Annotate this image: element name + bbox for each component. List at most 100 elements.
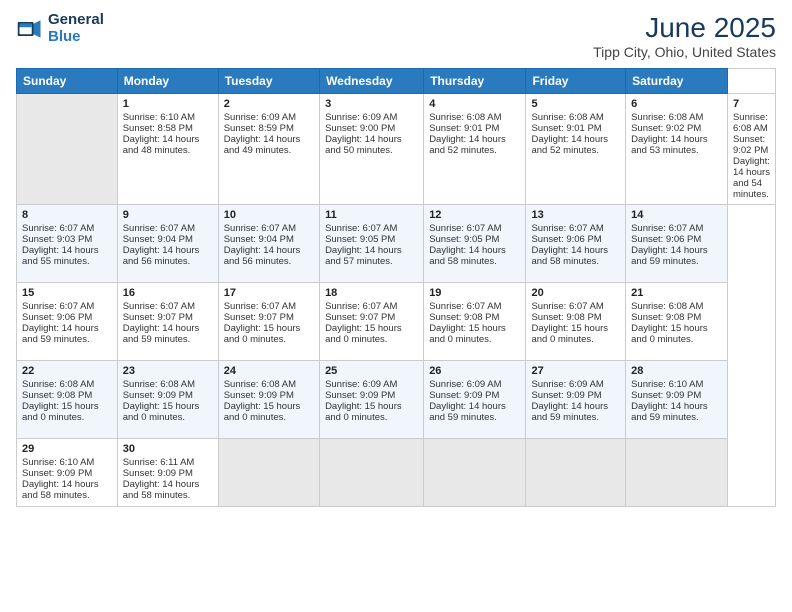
sunset-text: Sunset: 9:09 PM — [22, 468, 112, 479]
sunset-text: Sunset: 9:09 PM — [429, 390, 520, 401]
page: General Blue June 2025 Tipp City, Ohio, … — [0, 0, 792, 612]
sunrise-text: Sunrise: 6:08 AM — [123, 379, 213, 390]
calendar-cell: 2Sunrise: 6:09 AMSunset: 8:59 PMDaylight… — [218, 94, 319, 205]
calendar-cell — [320, 439, 424, 507]
sunset-text: Sunset: 9:03 PM — [22, 234, 112, 245]
sunset-text: Sunset: 9:09 PM — [631, 390, 722, 401]
sunrise-text: Sunrise: 6:08 AM — [631, 112, 722, 123]
calendar-cell: 17 Sunrise: 6:07 AMSunset: 9:07 PMDayligh… — [218, 283, 319, 361]
day-number: 29 — [22, 443, 112, 455]
calendar-cell: 7Sunrise: 6:08 AMSunset: 9:02 PMDaylight… — [727, 94, 775, 205]
sunrise-text: Sunrise: 6:07 AM — [22, 223, 112, 234]
day-number: 28 — [631, 365, 722, 377]
daylight-text: Daylight: 14 hours and 58 minutes. — [123, 479, 213, 501]
day-number: 17 — [224, 287, 314, 299]
day-number: 5 — [531, 98, 620, 110]
daylight-text: Daylight: 14 hours and 58 minutes. — [531, 245, 620, 267]
day-number: 21 — [631, 287, 722, 299]
main-title: June 2025 — [593, 12, 776, 44]
sunrise-text: Sunrise: 6:10 AM — [123, 112, 213, 123]
weekday-row: SundayMondayTuesdayWednesdayThursdayFrid… — [17, 69, 776, 94]
sunset-text: Sunset: 9:08 PM — [429, 312, 520, 323]
sunset-text: Sunset: 9:05 PM — [325, 234, 418, 245]
calendar-week-row: 1 Sunrise: 6:10 AMSunset: 8:58 PM Daylight… — [17, 94, 776, 205]
sunset-text: Sunset: 8:58 PM — [123, 123, 213, 134]
daylight-text: Daylight: 15 hours and 0 minutes. — [325, 401, 418, 423]
sunrise-text: Sunrise: 6:07 AM — [429, 223, 520, 234]
daylight-text: Daylight: 15 hours and 0 minutes. — [22, 401, 112, 423]
logo-line1: General — [48, 12, 104, 29]
calendar-cell — [218, 439, 319, 507]
sunset-text: Sunset: 9:04 PM — [123, 234, 213, 245]
day-number: 2 — [224, 98, 314, 110]
daylight-text: Daylight: 15 hours and 0 minutes. — [123, 401, 213, 423]
day-number: 25 — [325, 365, 418, 377]
calendar-week-row: 22Sunrise: 6:08 AMSunset: 9:08 PMDayligh… — [17, 361, 776, 439]
calendar-cell: 27Sunrise: 6:09 AMSunset: 9:09 PMDayligh… — [526, 361, 626, 439]
day-number: 1 — [123, 98, 213, 110]
calendar-cell: 18Sunrise: 6:07 AMSunset: 9:07 PMDayligh… — [320, 283, 424, 361]
sunset-text: Sunset: 9:07 PM — [123, 312, 213, 323]
weekday-header: Saturday — [626, 69, 728, 94]
day-number: 19 — [429, 287, 520, 299]
daylight-text: Daylight: 14 hours and 59 minutes. — [22, 323, 112, 345]
calendar-body: 1Sunrise: 6:10 AMSunset: 8:58 PMDaylight… — [17, 94, 776, 507]
calendar-cell: 21Sunrise: 6:08 AMSunset: 9:08 PMDayligh… — [626, 283, 728, 361]
logo-text: General Blue — [48, 12, 104, 45]
daylight-text: Daylight: 14 hours and 53 minutes. — [631, 134, 722, 156]
calendar-cell: 13Sunrise: 6:07 AMSunset: 9:06 PMDayligh… — [526, 205, 626, 283]
sunrise-text: Sunrise: 6:09 AM — [531, 379, 620, 390]
calendar-header: SundayMondayTuesdayWednesdayThursdayFrid… — [17, 69, 776, 94]
header: General Blue June 2025 Tipp City, Ohio, … — [16, 12, 776, 60]
calendar-cell: 11Sunrise: 6:07 AMSunset: 9:05 PMDayligh… — [320, 205, 424, 283]
weekday-header: Thursday — [424, 69, 526, 94]
sunrise-text: Sunrise: 6:07 AM — [224, 223, 314, 234]
day-number: 26 — [429, 365, 520, 377]
sunset-text: Sunset: 9:01 PM — [531, 123, 620, 134]
sunrise-text: Sunrise: 6:07 AM — [224, 301, 314, 312]
calendar-cell: 16Sunrise: 6:07 AMSunset: 9:07 PMDayligh… — [117, 283, 218, 361]
daylight-text: Daylight: 14 hours and 49 minutes. — [224, 134, 314, 156]
day-number: 9 — [123, 209, 213, 221]
sunrise-text: Sunrise: 6:10 AM — [22, 457, 112, 468]
day-number: 7 — [733, 98, 770, 110]
sunrise-text: Sunrise: 6:08 AM — [429, 112, 520, 123]
sunset-text: Sunset: 9:02 PM — [733, 134, 770, 156]
sunset-text: Sunset: 9:06 PM — [22, 312, 112, 323]
daylight-text: Daylight: 15 hours and 0 minutes. — [224, 323, 314, 345]
calendar-cell: 23Sunrise: 6:08 AMSunset: 9:09 PMDayligh… — [117, 361, 218, 439]
calendar-cell: 10Sunrise: 6:07 AMSunset: 9:04 PMDayligh… — [218, 205, 319, 283]
sunset-text: Sunset: 9:07 PM — [224, 312, 314, 323]
sunrise-text: Sunrise: 6:08 AM — [631, 301, 722, 312]
day-number: 11 — [325, 209, 418, 221]
day-number: 8 — [22, 209, 112, 221]
calendar-cell — [17, 94, 118, 205]
sunrise-text: Sunrise: 6:08 AM — [224, 379, 314, 390]
logo: General Blue — [16, 12, 104, 45]
sunset-text: Sunset: 9:09 PM — [123, 468, 213, 479]
calendar-cell: 25Sunrise: 6:09 AMSunset: 9:09 PMDayligh… — [320, 361, 424, 439]
calendar-cell: 30Sunrise: 6:11 AMSunset: 9:09 PMDayligh… — [117, 439, 218, 507]
sunset-text: Sunset: 9:00 PM — [325, 123, 418, 134]
daylight-text: Daylight: 14 hours and 59 minutes. — [631, 401, 722, 423]
daylight-text: Daylight: 14 hours and 59 minutes. — [123, 323, 213, 345]
daylight-text: Daylight: 14 hours and 55 minutes. — [22, 245, 112, 267]
calendar-cell — [424, 439, 526, 507]
day-number: 6 — [631, 98, 722, 110]
sunset-text: Sunset: 9:04 PM — [224, 234, 314, 245]
sunset-text: Sunset: 9:09 PM — [325, 390, 418, 401]
sunset-text: Sunset: 8:59 PM — [224, 123, 314, 134]
day-number: 18 — [325, 287, 418, 299]
sunrise-text: Sunrise: 6:07 AM — [631, 223, 722, 234]
calendar-cell: 4Sunrise: 6:08 AMSunset: 9:01 PMDaylight… — [424, 94, 526, 205]
sunset-text: Sunset: 9:08 PM — [22, 390, 112, 401]
day-number: 20 — [531, 287, 620, 299]
calendar-table: SundayMondayTuesdayWednesdayThursdayFrid… — [16, 68, 776, 507]
subtitle: Tipp City, Ohio, United States — [593, 44, 776, 60]
day-number: 27 — [531, 365, 620, 377]
weekday-header: Tuesday — [218, 69, 319, 94]
day-number: 15 — [22, 287, 112, 299]
sunrise-text: Sunrise: 6:10 AM — [631, 379, 722, 390]
sunrise-text: Sunrise: 6:07 AM — [531, 301, 620, 312]
calendar-cell: 15Sunrise: 6:07 AMSunset: 9:06 PMDayligh… — [17, 283, 118, 361]
